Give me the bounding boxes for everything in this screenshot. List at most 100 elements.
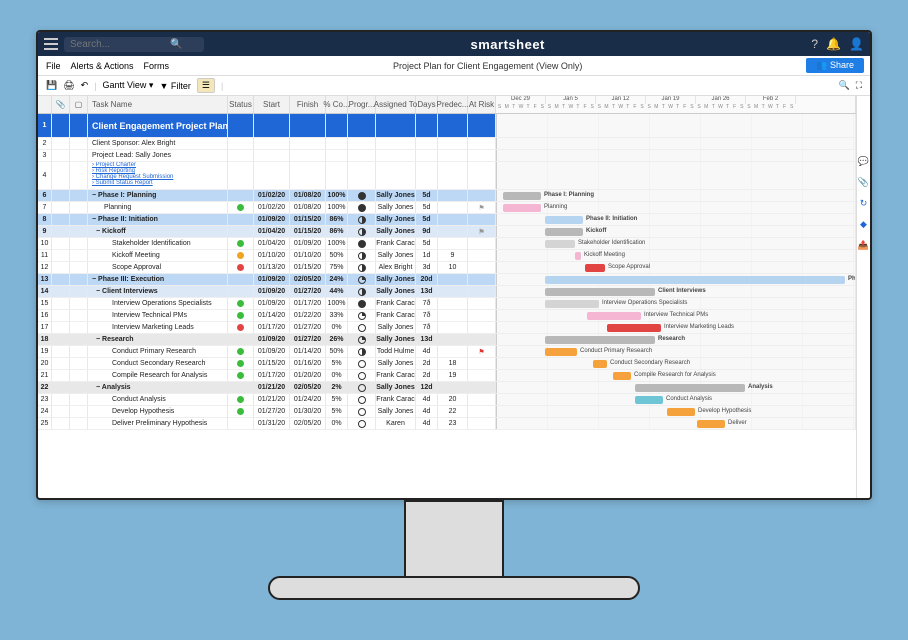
task-name[interactable]: Stakeholder Identification bbox=[88, 238, 228, 249]
task-name[interactable]: Interview Operations Specialists bbox=[88, 298, 228, 309]
row-handle[interactable] bbox=[70, 298, 88, 309]
task-row[interactable]: 9− Kickoff01/04/2001/15/2086%Sally Jones… bbox=[38, 226, 870, 238]
attach-cell[interactable] bbox=[52, 214, 70, 225]
row-handle[interactable] bbox=[70, 274, 88, 285]
col-start[interactable]: Start bbox=[254, 96, 290, 113]
task-name[interactable]: Deliver Preliminary Hypothesis bbox=[88, 418, 228, 429]
attach-cell[interactable] bbox=[52, 190, 70, 201]
gantt-cell[interactable] bbox=[496, 114, 856, 137]
col-risk[interactable]: At Risk bbox=[468, 96, 496, 113]
row-handle[interactable] bbox=[70, 202, 88, 213]
gantt-cell[interactable]: Scope Approval bbox=[496, 262, 856, 273]
task-row[interactable]: 20Conduct Secondary Research01/15/2001/1… bbox=[38, 358, 870, 370]
gantt-cell[interactable]: Interview Technical PMs bbox=[496, 310, 856, 321]
gantt-bar[interactable] bbox=[545, 216, 583, 224]
avatar-icon[interactable]: 👤 bbox=[849, 37, 864, 51]
row-handle[interactable] bbox=[70, 310, 88, 321]
gantt-bar[interactable] bbox=[545, 300, 599, 308]
gantt-cell[interactable]: Conduct Analysis bbox=[496, 394, 856, 405]
row-handle[interactable] bbox=[70, 418, 88, 429]
task-name[interactable]: Interview Technical PMs bbox=[88, 310, 228, 321]
gantt-cell[interactable]: Conduct Primary Research bbox=[496, 346, 856, 357]
undo-icon[interactable]: ↶ bbox=[81, 80, 89, 91]
gantt-bar[interactable] bbox=[545, 336, 655, 344]
gantt-cell[interactable]: Planning bbox=[496, 202, 856, 213]
search-icon[interactable]: 🔍 bbox=[170, 39, 182, 50]
gantt-cell[interactable]: Analysis bbox=[496, 382, 856, 393]
row-handle[interactable] bbox=[70, 114, 88, 137]
fullscreen-icon[interactable]: ⛶ bbox=[856, 80, 862, 91]
gantt-cell[interactable] bbox=[496, 138, 856, 149]
search-input[interactable] bbox=[70, 39, 170, 50]
gantt-bar[interactable] bbox=[635, 384, 745, 392]
task-name[interactable]: Planning bbox=[88, 202, 228, 213]
row-handle[interactable] bbox=[70, 406, 88, 417]
gantt-bar[interactable] bbox=[593, 360, 607, 368]
task-row[interactable]: 6− Phase I: Planning01/02/2001/08/20100%… bbox=[38, 190, 870, 202]
gantt-bar[interactable] bbox=[585, 264, 605, 272]
task-row[interactable]: 22− Analysis01/21/2002/05/202%Sally Jone… bbox=[38, 382, 870, 394]
gantt-cell[interactable] bbox=[496, 162, 856, 189]
task-row[interactable]: 15Interview Operations Specialists01/09/… bbox=[38, 298, 870, 310]
task-name[interactable]: Conduct Primary Research bbox=[88, 346, 228, 357]
row-handle[interactable] bbox=[70, 250, 88, 261]
task-row[interactable]: 17Interview Marketing Leads01/17/2001/27… bbox=[38, 322, 870, 334]
task-name[interactable]: − Client Interviews bbox=[88, 286, 228, 297]
col-pred[interactable]: Predec... bbox=[438, 96, 468, 113]
attach-cell[interactable] bbox=[52, 394, 70, 405]
task-row[interactable]: 7Planning01/02/2001/08/20100%Sally Jones… bbox=[38, 202, 870, 214]
task-name[interactable]: − Phase II: Initiation bbox=[88, 214, 228, 225]
task-name[interactable]: Interview Marketing Leads bbox=[88, 322, 228, 333]
gantt-cell[interactable]: Phase II: Initiation bbox=[496, 214, 856, 225]
attach-cell[interactable] bbox=[52, 322, 70, 333]
task-row[interactable]: 14− Client Interviews01/09/2001/27/2044%… bbox=[38, 286, 870, 298]
task-name[interactable]: − Kickoff bbox=[88, 226, 228, 237]
gantt-bar[interactable] bbox=[545, 288, 655, 296]
gantt-cell[interactable]: Compile Research for Analysis bbox=[496, 370, 856, 381]
row-handle[interactable] bbox=[70, 286, 88, 297]
zoom-icon[interactable]: 🔍 bbox=[838, 80, 849, 91]
attach-cell[interactable] bbox=[52, 250, 70, 261]
attach-cell[interactable] bbox=[52, 274, 70, 285]
gantt-bar[interactable] bbox=[503, 192, 541, 200]
row-handle[interactable] bbox=[70, 138, 88, 149]
gantt-cell[interactable]: Stakeholder Identification bbox=[496, 238, 856, 249]
task-row[interactable]: 10Stakeholder Identification01/04/2001/0… bbox=[38, 238, 870, 250]
gantt-cell[interactable]: Conduct Secondary Research bbox=[496, 358, 856, 369]
task-row[interactable]: 11Kickoff Meeting01/10/2001/10/2050%Sall… bbox=[38, 250, 870, 262]
project-link[interactable]: › Submit Status Report bbox=[92, 180, 153, 186]
attach-cell[interactable] bbox=[52, 202, 70, 213]
task-row[interactable]: 18− Research01/09/2001/27/2026%Sally Jon… bbox=[38, 334, 870, 346]
row-handle[interactable] bbox=[70, 370, 88, 381]
row-handle[interactable] bbox=[70, 334, 88, 345]
gantt-cell[interactable]: Deliver bbox=[496, 418, 856, 429]
global-search[interactable]: 🔍 bbox=[64, 37, 204, 52]
row-handle[interactable] bbox=[70, 190, 88, 201]
row-handle[interactable] bbox=[70, 226, 88, 237]
row-handle[interactable] bbox=[70, 162, 88, 189]
gantt-cell[interactable]: Phase III: Execution bbox=[496, 274, 856, 285]
task-name[interactable]: − Analysis bbox=[88, 382, 228, 393]
gantt-cell[interactable]: Phase I: Planning bbox=[496, 190, 856, 201]
gantt-cell[interactable] bbox=[496, 150, 856, 161]
task-row[interactable]: 19Conduct Primary Research01/09/2001/14/… bbox=[38, 346, 870, 358]
task-row[interactable]: 12Scope Approval01/13/2001/15/2075%Alex … bbox=[38, 262, 870, 274]
gantt-cell[interactable]: Kickoff bbox=[496, 226, 856, 237]
filter-button[interactable]: ▼ Filter bbox=[159, 81, 190, 91]
task-name[interactable]: Compile Research for Analysis bbox=[88, 370, 228, 381]
task-row[interactable]: 13− Phase III: Execution01/09/2002/05/20… bbox=[38, 274, 870, 286]
rail-activity-icon[interactable]: ↻ bbox=[860, 198, 868, 209]
row-handle[interactable] bbox=[70, 322, 88, 333]
attach-cell[interactable] bbox=[52, 406, 70, 417]
attach-cell[interactable] bbox=[52, 382, 70, 393]
gantt-bar[interactable] bbox=[503, 204, 541, 212]
attach-cell[interactable] bbox=[52, 114, 70, 137]
attach-cell[interactable] bbox=[52, 150, 70, 161]
col-finish[interactable]: Finish bbox=[290, 96, 326, 113]
task-row[interactable]: 16Interview Technical PMs01/14/2001/22/2… bbox=[38, 310, 870, 322]
help-icon[interactable]: ? bbox=[811, 37, 818, 51]
attach-cell[interactable] bbox=[52, 138, 70, 149]
gantt-cell[interactable]: Develop Hypothesis bbox=[496, 406, 856, 417]
task-name[interactable]: Conduct Analysis bbox=[88, 394, 228, 405]
attach-cell[interactable] bbox=[52, 162, 70, 189]
